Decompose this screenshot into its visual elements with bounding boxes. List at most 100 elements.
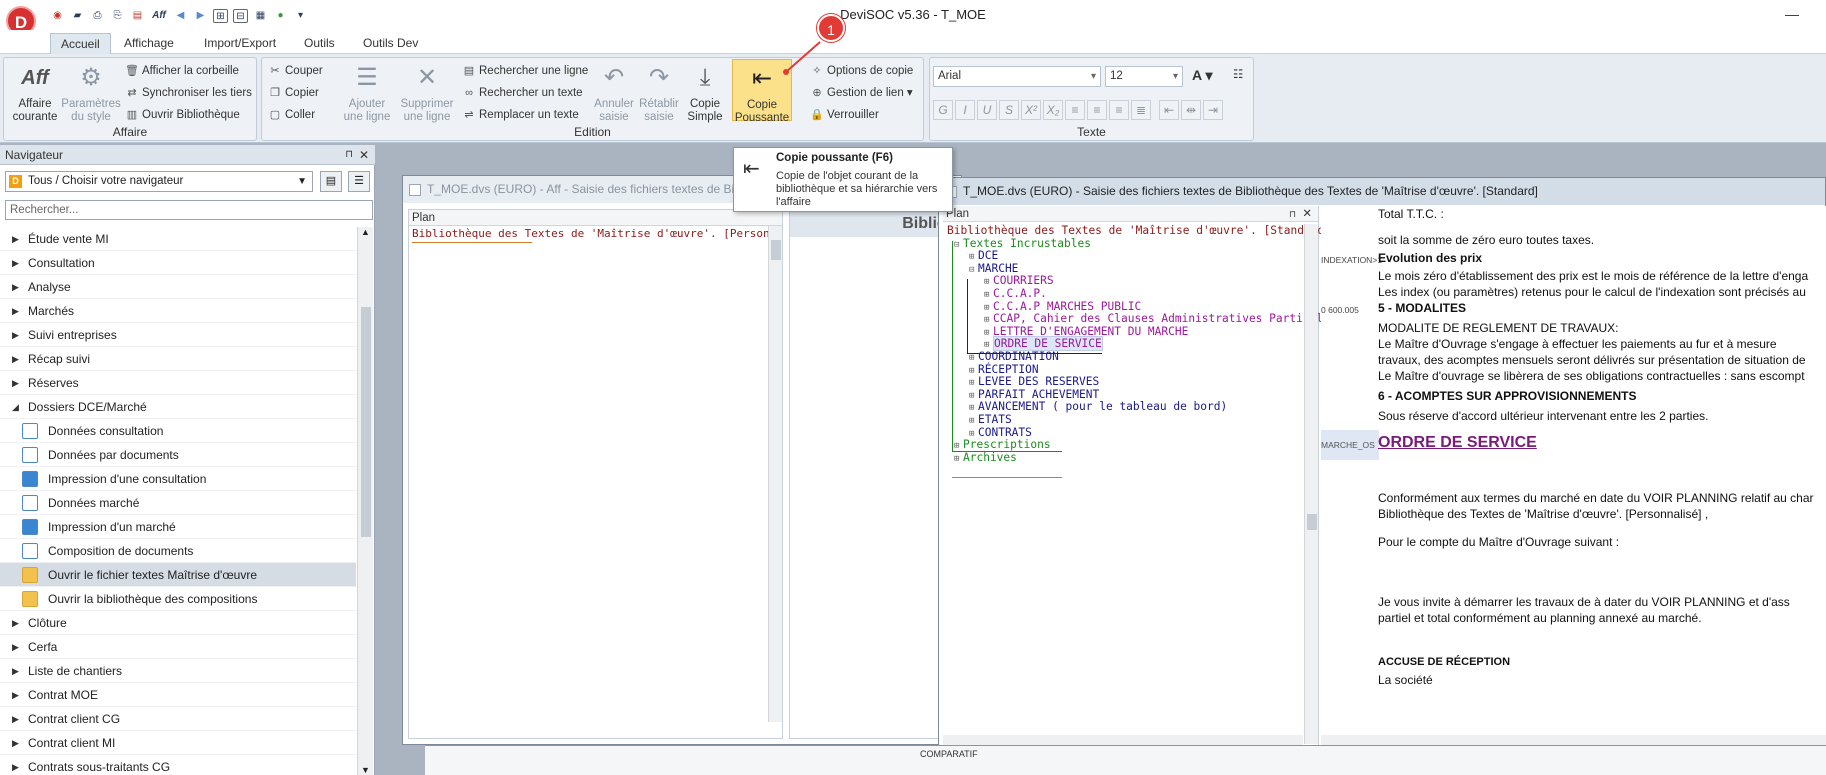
window-standard[interactable]: T_MOE.dvs (EURO) - Saisie des fichiers t…: [938, 177, 1826, 751]
plan-root-item[interactable]: Bibliothèque des Textes de 'Maîtrise d'œ…: [409, 226, 769, 242]
navigator-group[interactable]: ▶ Contrat client MI: [0, 731, 356, 755]
indent-right-icon[interactable]: ⇥: [1203, 100, 1223, 120]
justify-icon[interactable]: ≣: [1131, 100, 1151, 120]
options-copie-button[interactable]: ✧ Options de copie: [810, 62, 913, 80]
font-name-select[interactable]: Arial: [933, 66, 1101, 87]
navigator-group[interactable]: ▶ Contrats sous-traitants CG: [0, 755, 356, 775]
pin-icon[interactable]: ⊓: [345, 145, 353, 165]
collapsed-arrow-icon[interactable]: ▶: [12, 251, 19, 275]
scroll-thumb[interactable]: [771, 240, 781, 260]
expand-icon[interactable]: ⊞: [969, 415, 978, 428]
font-color-icon[interactable]: A ▾: [1192, 66, 1213, 84]
navigator-group[interactable]: ◢ Dossiers DCE/Marché: [0, 395, 356, 419]
navigator-subitem[interactable]: Impression d'un marché: [0, 515, 356, 539]
verrouiller-button[interactable]: 🔒 Verrouiller: [810, 106, 879, 124]
afficher-corbeille-button[interactable]: 🗑 Afficher la corbeille: [125, 62, 239, 80]
navigator-view-icon[interactable]: ▤: [320, 171, 342, 192]
window-aff[interactable]: T_MOE.dvs (EURO) - Aff - Saisie des fich…: [402, 175, 962, 745]
expanded-arrow-icon[interactable]: ◢: [12, 395, 19, 419]
ouvrir-bibliotheque-button[interactable]: ▥ Ouvrir Bibliothèque: [125, 106, 240, 124]
couper-button[interactable]: ✂ Couper: [268, 62, 322, 80]
collapsed-arrow-icon[interactable]: ▶: [12, 323, 19, 347]
navigator-subitem[interactable]: Impression d'une consultation: [0, 467, 356, 491]
navigator-options-icon[interactable]: ☰: [348, 171, 370, 192]
collapse-icon[interactable]: ⊟: [954, 239, 963, 252]
indent-left-icon[interactable]: ⇤: [1159, 100, 1179, 120]
gestion-lien-button[interactable]: ⊕ Gestion de lien ▾: [810, 84, 912, 102]
navigator-subitem[interactable]: Données consultation: [0, 419, 356, 443]
list-icon[interactable]: ☷: [1233, 66, 1243, 84]
navigator-subitem[interactable]: Données par documents: [0, 443, 356, 467]
indent-center-icon[interactable]: ⇹: [1181, 100, 1201, 120]
coller-button[interactable]: ▢ Coller: [268, 106, 315, 124]
align-left-icon[interactable]: ≡: [1065, 100, 1085, 120]
collapsed-arrow-icon[interactable]: ▶: [12, 299, 19, 323]
navigator-subitem[interactable]: Composition de documents: [0, 539, 356, 563]
align-right-icon[interactable]: ≡: [1109, 100, 1129, 120]
align-center-icon[interactable]: ≡: [1087, 100, 1107, 120]
retablir-saisie-button[interactable]: ↷ Rétablir saisie: [637, 62, 681, 124]
supprimer-ligne-button[interactable]: ✕ Supprimer une ligne: [398, 62, 456, 124]
rechercher-texte-button[interactable]: ∞ Rechercher un texte: [462, 84, 582, 102]
parametres-style-button[interactable]: ⚙ Paramètres du style: [61, 62, 121, 124]
plan-right-scrollbar[interactable]: [1304, 224, 1318, 744]
plan-tree-node[interactable]: ⊞ Archives: [947, 451, 1331, 466]
tab-affichage[interactable]: Affichage: [114, 33, 184, 54]
navigator-group[interactable]: ▶ Clôture: [0, 611, 356, 635]
scroll-thumb[interactable]: [361, 307, 371, 537]
navigator-group[interactable]: ▶ Suivi entreprises: [0, 323, 356, 347]
navigator-subitem[interactable]: Ouvrir le fichier textes Maîtrise d'œuvr…: [0, 563, 356, 587]
navigator-selector[interactable]: D Tous / Choisir votre navigateur ▼: [5, 171, 313, 192]
strike-button[interactable]: S: [999, 100, 1019, 120]
navigator-group[interactable]: ▶ Consultation: [0, 251, 356, 275]
expand-icon[interactable]: ⊞: [969, 251, 978, 264]
navigator-group[interactable]: ▶ Réserves: [0, 371, 356, 395]
close-icon[interactable]: ✕: [359, 145, 369, 165]
rechercher-ligne-button[interactable]: ▤ Rechercher une ligne: [462, 62, 589, 80]
synchroniser-tiers-button[interactable]: ⇄ Synchroniser les tiers: [125, 84, 252, 102]
navigator-group[interactable]: ▶ Contrat MOE: [0, 683, 356, 707]
tab-outils-dev[interactable]: Outils Dev: [353, 33, 428, 54]
close-icon[interactable]: ✕: [1302, 206, 1312, 222]
collapsed-arrow-icon[interactable]: ▶: [12, 659, 19, 683]
scroll-thumb[interactable]: [1307, 514, 1317, 530]
collapsed-arrow-icon[interactable]: ▶: [12, 683, 19, 707]
annuler-saisie-button[interactable]: ↶ Annuler saisie: [592, 62, 636, 124]
scroll-down-icon[interactable]: ▼: [358, 765, 373, 775]
underline-button[interactable]: U: [977, 100, 997, 120]
collapsed-arrow-icon[interactable]: ▶: [12, 755, 19, 775]
italic-button[interactable]: I: [955, 100, 975, 120]
plan-tree-node[interactable]: ⊟ Textes Incrustables: [947, 237, 1331, 252]
collapsed-arrow-icon[interactable]: ▶: [12, 227, 19, 251]
navigator-group[interactable]: ▶ Récap suivi: [0, 347, 356, 371]
navigator-search-input[interactable]: Rechercher...: [5, 200, 373, 220]
collapsed-arrow-icon[interactable]: ▶: [12, 635, 19, 659]
navigator-subitem[interactable]: Ouvrir la bibliothèque des compositions: [0, 587, 356, 611]
navigator-group[interactable]: ▶ Liste de chantiers: [0, 659, 356, 683]
navigator-group[interactable]: ▶ Analyse: [0, 275, 356, 299]
subscript-button[interactable]: X₂: [1043, 100, 1063, 120]
collapsed-arrow-icon[interactable]: ▶: [12, 275, 19, 299]
navigator-group[interactable]: ▶ Cerfa: [0, 635, 356, 659]
remplacer-texte-button[interactable]: ⇌ Remplacer un texte: [462, 106, 578, 124]
copier-button[interactable]: ❐ Copier: [268, 84, 319, 102]
superscript-button[interactable]: X²: [1021, 100, 1041, 120]
minimize-icon[interactable]: —: [1785, 6, 1799, 22]
bold-button[interactable]: G: [933, 100, 953, 120]
collapsed-arrow-icon[interactable]: ▶: [12, 611, 19, 635]
collapsed-arrow-icon[interactable]: ▶: [12, 347, 19, 371]
ajouter-ligne-button[interactable]: ☰ Ajouter une ligne: [338, 62, 396, 124]
affaire-courante-button[interactable]: Aff Affaire courante: [9, 62, 61, 124]
collapsed-arrow-icon[interactable]: ▶: [12, 371, 19, 395]
expand-icon[interactable]: ⊞: [969, 377, 978, 390]
plan-left-scrollbar[interactable]: [768, 226, 782, 722]
expand-icon[interactable]: ⊞: [984, 289, 993, 302]
navigator-group[interactable]: ▶ Étude vente MI: [0, 227, 356, 251]
tab-outils[interactable]: Outils: [294, 33, 345, 54]
tab-import-export[interactable]: Import/Export: [194, 33, 286, 54]
expand-icon[interactable]: ⊞: [954, 453, 963, 466]
tab-accueil[interactable]: Accueil: [50, 33, 111, 54]
expand-icon[interactable]: ⊞: [984, 314, 993, 327]
navigator-subitem[interactable]: Données marché: [0, 491, 356, 515]
collapsed-arrow-icon[interactable]: ▶: [12, 707, 19, 731]
